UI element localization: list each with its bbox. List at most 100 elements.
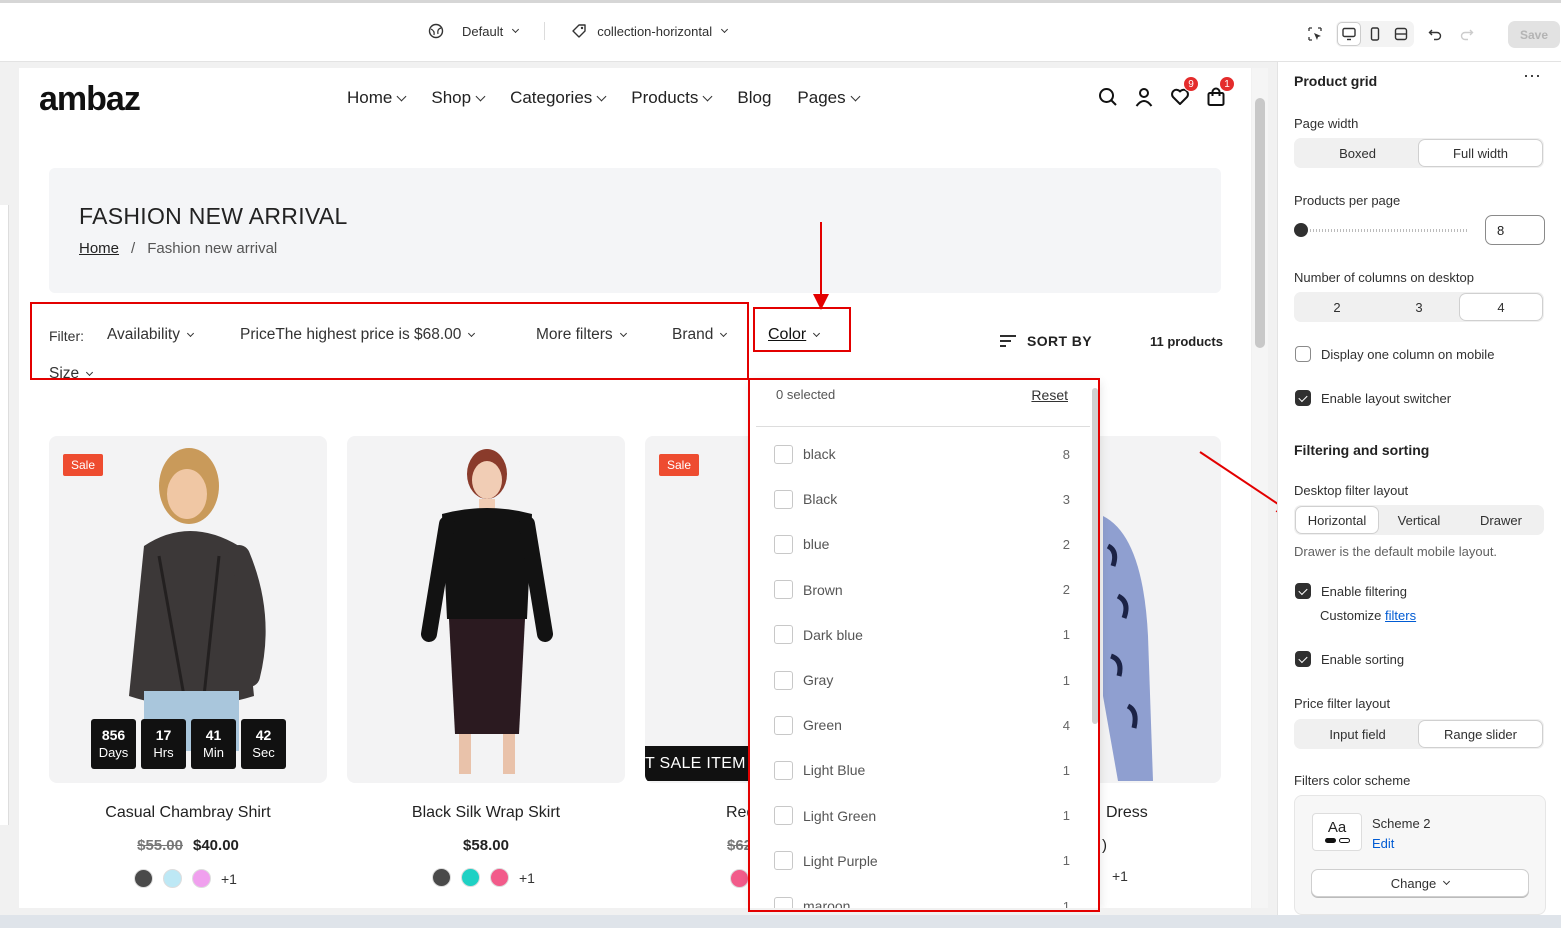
customize-prefix: Customize bbox=[1320, 608, 1382, 623]
template-selector[interactable]: collection-horizontal bbox=[571, 23, 729, 39]
segment-option[interactable]: Vertical bbox=[1378, 507, 1460, 533]
nav-item-categories[interactable]: Categories bbox=[510, 88, 607, 108]
product-price: ) bbox=[1102, 837, 1107, 854]
checkbox-label: Enable sorting bbox=[1321, 651, 1405, 667]
store-logo[interactable]: ambaz bbox=[39, 80, 141, 119]
countdown-seconds: 42 Sec bbox=[241, 719, 286, 769]
segment-option[interactable]: 4 bbox=[1460, 294, 1542, 320]
desktop-icon bbox=[1342, 27, 1356, 41]
enable-filtering-checkbox[interactable]: Enable filtering bbox=[1295, 583, 1407, 599]
segment-option[interactable]: 2 bbox=[1296, 294, 1378, 320]
color-swatch[interactable] bbox=[490, 868, 509, 887]
segment-option[interactable]: Input field bbox=[1296, 721, 1419, 747]
color-scheme-label: Filters color scheme bbox=[1294, 773, 1411, 788]
more-swatches[interactable]: +1 bbox=[1112, 868, 1128, 884]
color-swatch[interactable] bbox=[192, 869, 211, 888]
redo-button[interactable] bbox=[1456, 23, 1478, 45]
segment-option[interactable]: 3 bbox=[1378, 294, 1460, 320]
product-card-2[interactable] bbox=[347, 436, 625, 783]
checkbox-box[interactable] bbox=[1295, 390, 1311, 406]
color-swatch[interactable] bbox=[461, 868, 480, 887]
editor-tools bbox=[1304, 21, 1478, 47]
page-width-toggle: Boxed Full width bbox=[1294, 138, 1544, 168]
color-swatches: +1 bbox=[134, 869, 237, 888]
product-name[interactable]: Dress bbox=[1106, 804, 1148, 822]
product-name[interactable]: Black Silk Wrap Skirt bbox=[347, 804, 625, 822]
nav-item-products[interactable]: Products bbox=[631, 88, 713, 108]
template-selector-label: collection-horizontal bbox=[597, 23, 713, 39]
divider bbox=[544, 22, 546, 40]
slider-knob[interactable] bbox=[1294, 223, 1308, 237]
product-name[interactable]: Casual Chambray Shirt bbox=[49, 804, 327, 822]
color-swatches: +1 bbox=[432, 868, 535, 887]
color-swatch[interactable] bbox=[432, 868, 451, 887]
checkbox-box[interactable] bbox=[1295, 583, 1311, 599]
customize-filters-link[interactable]: filters bbox=[1385, 608, 1416, 623]
chevron-down-icon bbox=[721, 25, 729, 33]
scheme-edit-link[interactable]: Edit bbox=[1372, 836, 1394, 851]
filtering-section-title: Filtering and sorting bbox=[1294, 442, 1430, 458]
nav-item-shop[interactable]: Shop bbox=[431, 88, 486, 108]
change-label: Change bbox=[1390, 875, 1437, 891]
search-button[interactable] bbox=[1097, 86, 1119, 108]
slider-track[interactable] bbox=[1310, 229, 1468, 232]
color-swatch[interactable] bbox=[163, 869, 182, 888]
nav-item-blog[interactable]: Blog bbox=[737, 88, 771, 108]
chevron-down-icon bbox=[850, 91, 861, 101]
checkbox-label: Enable layout switcher bbox=[1321, 390, 1452, 406]
segment-option[interactable]: Full width bbox=[1419, 140, 1542, 166]
checkbox-box[interactable] bbox=[1295, 346, 1311, 362]
user-icon bbox=[1135, 88, 1153, 107]
nav-item-label: Pages bbox=[797, 88, 846, 107]
preview-scrollbar[interactable] bbox=[1252, 68, 1268, 908]
mobile-view-button[interactable] bbox=[1364, 23, 1386, 45]
inspector-toggle[interactable] bbox=[1304, 23, 1326, 45]
scheme-name: Scheme 2 bbox=[1372, 816, 1431, 831]
color-swatch[interactable] bbox=[134, 869, 153, 888]
cart-button[interactable]: 1 bbox=[1205, 76, 1235, 108]
layout-switcher-checkbox[interactable]: Enable layout switcher bbox=[1295, 390, 1451, 406]
enable-sorting-checkbox[interactable]: Enable sorting bbox=[1295, 651, 1404, 667]
wishlist-button[interactable]: 9 bbox=[1169, 76, 1199, 108]
one-column-mobile-checkbox[interactable]: Display one column on mobile bbox=[1295, 346, 1494, 362]
more-swatches[interactable]: +1 bbox=[221, 871, 237, 887]
breadcrumb-home-link[interactable]: Home bbox=[79, 240, 119, 257]
nav-item-pages[interactable]: Pages bbox=[797, 88, 861, 108]
product-price: $55.00 $40.00 bbox=[49, 837, 327, 854]
breadcrumb-separator: / bbox=[131, 240, 136, 257]
color-swatch[interactable] bbox=[730, 869, 749, 888]
segment-option[interactable]: Drawer bbox=[1460, 507, 1542, 533]
chevron-down-icon bbox=[475, 91, 486, 101]
nav-item-label: Shop bbox=[431, 88, 472, 107]
annotation-box-filters bbox=[30, 302, 749, 380]
cursor-select-icon bbox=[1308, 27, 1322, 41]
checkbox-box[interactable] bbox=[1295, 651, 1311, 667]
fullscreen-view-button[interactable] bbox=[1390, 23, 1412, 45]
desktop-filter-label: Desktop filter layout bbox=[1294, 483, 1409, 498]
desktop-view-button[interactable] bbox=[1338, 23, 1360, 45]
segment-option[interactable]: Boxed bbox=[1296, 140, 1419, 166]
product-image bbox=[421, 449, 553, 774]
save-button[interactable]: Save bbox=[1508, 21, 1560, 48]
tag-icon bbox=[572, 24, 586, 38]
scrollbar-thumb[interactable] bbox=[1255, 98, 1265, 348]
more-options-icon[interactable]: ⋯ bbox=[1523, 66, 1542, 87]
product-card-1[interactable]: Sale 856 Days 17 Hrs 41 Min 42 Sec bbox=[49, 436, 327, 783]
chevron-down-icon bbox=[596, 91, 607, 101]
products-per-page-slider[interactable] bbox=[1294, 223, 1469, 237]
account-button[interactable] bbox=[1133, 86, 1155, 108]
theme-selector[interactable]: Default bbox=[428, 23, 520, 39]
sale-item-banner: T SALE ITEM bbox=[645, 746, 755, 781]
products-per-page-input[interactable]: 8 bbox=[1485, 215, 1545, 245]
segment-option[interactable]: Range slider bbox=[1419, 721, 1542, 747]
sort-button[interactable]: SORT BY bbox=[999, 333, 1092, 349]
more-swatches[interactable]: +1 bbox=[519, 870, 535, 886]
undo-button[interactable] bbox=[1424, 23, 1446, 45]
nav-item-home[interactable]: Home bbox=[347, 88, 407, 108]
segment-option[interactable]: Horizontal bbox=[1296, 507, 1378, 533]
change-scheme-button[interactable]: Change bbox=[1311, 869, 1529, 897]
product-sale-price: $40.00 bbox=[193, 837, 239, 854]
left-sidebar-edge bbox=[0, 205, 9, 825]
checkbox-label: Enable filtering bbox=[1321, 583, 1407, 599]
customize-filters-text: Customize filters bbox=[1320, 608, 1416, 623]
